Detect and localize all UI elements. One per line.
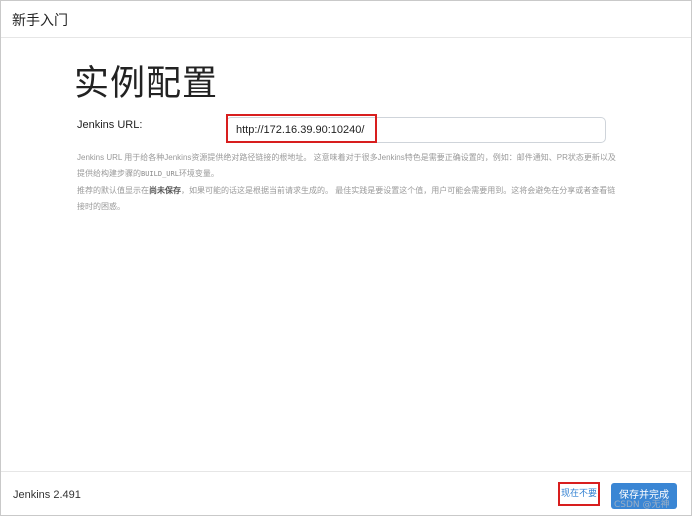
- help-text-paragraph-2: 推荐的默认值显示在尚未保存，如果可能的话这是根据当前请求生成的。 最佳实践是要设…: [77, 183, 617, 214]
- build-url-code: BUILD_URL: [141, 169, 179, 178]
- help-text-2a: 推荐的默认值显示在: [77, 186, 149, 195]
- csdn-watermark: CSDN @无神: [614, 500, 670, 510]
- not-now-button[interactable]: 现在不要: [558, 482, 600, 506]
- jenkins-url-input[interactable]: [226, 117, 606, 143]
- dialog-footer: Jenkins 2.491 现在不要 保存并完成: [1, 471, 691, 516]
- setup-dialog: 新手入门 实例配置 Jenkins URL: Jenkins URL 用于给各种…: [0, 0, 692, 516]
- dialog-title: 新手入门: [12, 13, 68, 29]
- help-text-paragraph-1: Jenkins URL 用于给各种Jenkins资源提供绝对路径链接的根地址。 …: [77, 150, 617, 182]
- help-text-1b: 环境变量。: [178, 168, 219, 178]
- jenkins-url-label: Jenkins URL:: [77, 119, 143, 131]
- dialog-header: 新手入门: [1, 1, 691, 38]
- unsaved-bold-text: 尚未保存: [149, 186, 181, 195]
- page-heading: 实例配置: [74, 64, 219, 104]
- version-label: Jenkins 2.491: [13, 489, 81, 501]
